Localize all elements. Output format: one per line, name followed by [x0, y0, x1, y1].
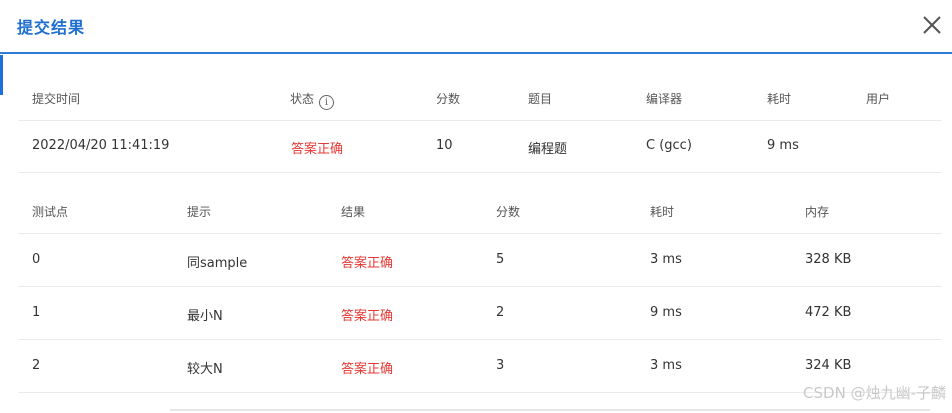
testcase-result: 答案正确	[341, 362, 394, 377]
testcase-score: 2	[496, 305, 505, 320]
col-duration: 耗时	[767, 92, 792, 106]
divider	[18, 286, 942, 287]
divider	[18, 120, 942, 121]
col-status: 状态 i	[290, 90, 335, 110]
dialog-header: 提交结果	[0, 0, 952, 54]
testcase-time: 3 ms	[650, 252, 682, 267]
submit-score: 10	[436, 138, 453, 153]
testcase-memory: 472 KB	[805, 305, 852, 320]
col-status-label: 状态	[290, 92, 315, 106]
testcase-id: 2	[32, 358, 41, 373]
submit-compiler: C (gcc)	[646, 138, 692, 153]
close-icon	[923, 16, 941, 34]
watermark: CSDN @烛九幽-子麟	[803, 384, 946, 402]
testcase-time: 3 ms	[650, 358, 682, 373]
testcase-time: 9 ms	[650, 305, 682, 320]
testcase-id: 0	[32, 252, 41, 267]
testcase-result: 答案正确	[341, 309, 394, 324]
dialog-title: 提交结果	[17, 18, 86, 37]
testcase-hint: 最小N	[187, 309, 223, 324]
submit-duration: 9 ms	[767, 138, 799, 153]
info-icon[interactable]: i	[319, 95, 335, 110]
submit-problem[interactable]: 编程题	[528, 138, 567, 157]
result-panel: 提交时间 状态 i 分数 题目 编译器 耗时 用户 2022/04/20 11:4…	[18, 72, 942, 413]
testcase-result: 答案正确	[341, 256, 394, 271]
col-tc-time: 耗时	[650, 205, 675, 219]
left-accent-bar	[0, 55, 3, 95]
col-result: 结果	[341, 205, 366, 219]
col-compiler: 编译器	[646, 92, 683, 106]
col-score: 分数	[436, 92, 461, 106]
col-user: 用户	[866, 92, 891, 106]
col-memory: 内存	[805, 205, 830, 219]
submit-status[interactable]: 答案正确	[291, 138, 343, 157]
testcase-hint: 较大N	[187, 362, 223, 377]
testcase-memory: 324 KB	[805, 358, 852, 373]
testcase-id: 1	[32, 305, 41, 320]
col-hint: 提示	[187, 205, 212, 219]
testcase-memory: 328 KB	[805, 252, 852, 267]
horizontal-scrollbar[interactable]	[170, 409, 930, 411]
divider	[18, 172, 942, 173]
col-problem: 题目	[528, 92, 553, 106]
testcase-hint: 同sample	[187, 256, 248, 271]
testcase-score: 5	[496, 252, 505, 267]
col-tc-score: 分数	[496, 205, 521, 219]
col-testcase: 测试点	[32, 205, 69, 219]
col-submit-time: 提交时间	[32, 92, 81, 106]
submit-time: 2022/04/20 11:41:19	[32, 138, 170, 153]
close-button[interactable]	[918, 11, 946, 39]
testcase-score: 3	[496, 358, 505, 373]
divider	[18, 339, 942, 340]
divider	[18, 233, 942, 234]
